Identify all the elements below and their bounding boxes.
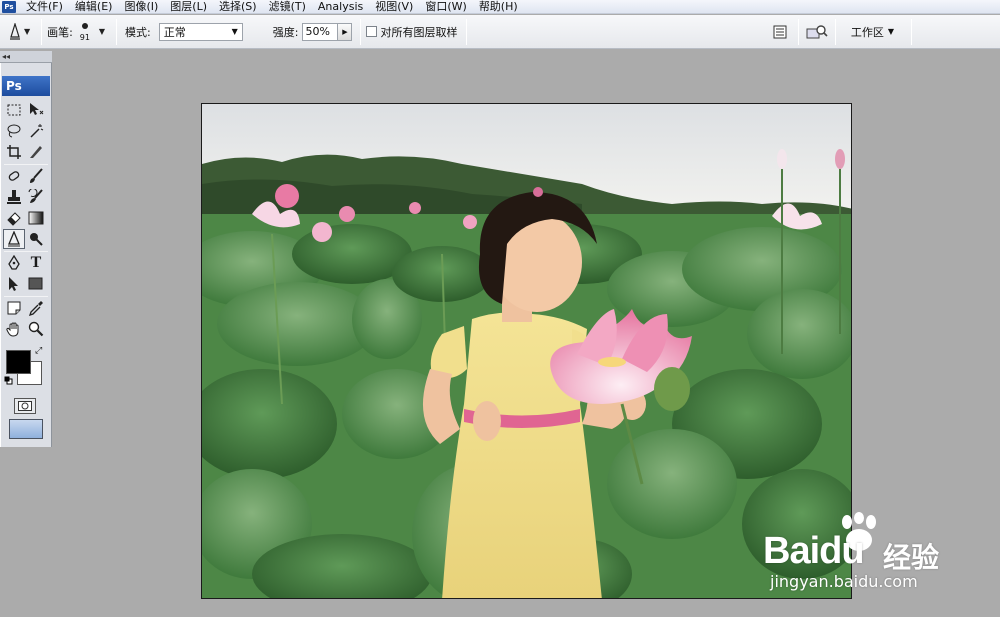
brush-tip-icon <box>81 22 88 29</box>
menu-window[interactable]: 窗口(W) <box>419 0 472 14</box>
history-brush-tool-icon[interactable] <box>25 187 47 207</box>
swap-colors-icon[interactable]: ⤢ <box>35 346 42 356</box>
strength-input[interactable]: 50% <box>302 22 339 41</box>
workspace-menu[interactable]: 工作区 ▼ <box>851 24 894 40</box>
toolbox: Ps T ⤢ <box>0 63 52 447</box>
tool-preset-picker[interactable]: ▼ <box>8 22 36 41</box>
canvas-document[interactable] <box>201 103 852 599</box>
photo-image <box>202 104 851 598</box>
crop-tool-icon[interactable] <box>3 142 25 162</box>
brush-tool-icon[interactable] <box>25 166 47 186</box>
path-selection-tool-icon[interactable] <box>3 274 25 294</box>
smudge-tool-icon <box>10 22 20 40</box>
bridge-button[interactable] <box>804 19 830 45</box>
sample-all-layers-label: 对所有图层取样 <box>380 25 458 39</box>
mode-select[interactable]: 正常 ▼ <box>158 22 243 41</box>
hand-tool-icon[interactable] <box>3 319 25 339</box>
options-bar: ▼ 画笔: 91 ▼ 模式: 正常 ▼ 强度: 50% ▶ 对所有图层取样 工作… <box>0 15 1000 49</box>
watermark-url: jingyan.baidu.com <box>770 572 918 591</box>
workspace-label: 工作区 <box>850 25 884 39</box>
smudge-tool-icon[interactable] <box>3 229 25 249</box>
sample-all-layers-checkbox[interactable] <box>366 26 378 37</box>
separator <box>4 251 48 252</box>
toolbox-grip[interactable]: ◂◂ <box>0 51 52 63</box>
menu-layer[interactable]: 图层(L) <box>164 0 213 14</box>
quick-mask-icon <box>18 401 32 411</box>
zoom-tool-icon[interactable] <box>25 319 47 339</box>
menu-bar: Ps 文件(F) 编辑(E) 图像(I) 图层(L) 选择(S) 滤镜(T) A… <box>0 0 1000 14</box>
menu-filter[interactable]: 滤镜(T) <box>263 0 312 14</box>
watermark-logo: Baidu <box>763 530 865 572</box>
separator <box>911 18 912 45</box>
baidu-watermark: Baidu 经验 jingyan.baidu.com <box>763 512 963 602</box>
strength-label: 强度: <box>272 25 299 39</box>
preset-dropdown-arrow-icon: ▼ <box>24 27 31 36</box>
separator <box>834 18 836 45</box>
separator <box>116 18 118 45</box>
notes-tool-icon[interactable] <box>3 298 25 318</box>
separator <box>41 18 43 45</box>
screen-mode-button[interactable] <box>9 419 43 439</box>
strength-slider-toggle[interactable]: ▶ <box>338 22 353 41</box>
menu-image[interactable]: 图像(I) <box>118 0 164 14</box>
palette-icon <box>773 25 787 38</box>
separator <box>4 164 48 165</box>
menu-help[interactable]: 帮助(H) <box>473 0 524 14</box>
eraser-tool-icon[interactable] <box>3 208 25 228</box>
menu-file[interactable]: 文件(F) <box>20 0 69 14</box>
separator <box>466 18 468 45</box>
clone-stamp-tool-icon[interactable] <box>3 187 25 207</box>
brush-dropdown-arrow-icon[interactable]: ▼ <box>99 27 105 36</box>
chevron-down-icon: ▼ <box>231 27 238 36</box>
marquee-tool-icon[interactable] <box>3 100 25 120</box>
eyedropper-tool-icon[interactable] <box>25 298 47 318</box>
default-colors-icon[interactable] <box>4 375 13 385</box>
watermark-cn: 经验 <box>883 541 940 574</box>
slice-tool-icon[interactable] <box>25 142 47 162</box>
quick-mask-button[interactable] <box>14 398 36 414</box>
foreground-color-swatch[interactable] <box>6 350 31 374</box>
menu-edit[interactable]: 编辑(E) <box>69 0 119 14</box>
type-tool-icon[interactable]: T <box>25 253 47 273</box>
magic-wand-tool-icon[interactable] <box>25 121 47 141</box>
brush-label: 画笔: <box>47 25 73 39</box>
mode-label: 模式: <box>125 25 151 39</box>
lasso-tool-icon[interactable] <box>3 121 25 141</box>
menu-view[interactable]: 视图(V) <box>369 0 419 14</box>
palette-well-button[interactable] <box>767 19 793 45</box>
brush-size: 91 <box>79 32 90 42</box>
dodge-tool-icon[interactable] <box>25 229 47 249</box>
chevron-down-icon: ▼ <box>887 27 894 36</box>
brush-picker[interactable]: 91 <box>77 20 93 44</box>
mode-value: 正常 <box>163 25 186 39</box>
separator <box>360 18 362 45</box>
menu-select[interactable]: 选择(S) <box>213 0 263 14</box>
menu-analysis[interactable]: Analysis <box>312 0 369 14</box>
move-tool-icon[interactable] <box>25 100 47 120</box>
bridge-icon <box>806 24 828 38</box>
separator <box>797 18 799 45</box>
app-icon[interactable]: Ps <box>2 0 16 13</box>
shape-tool-icon[interactable] <box>25 274 47 294</box>
healing-brush-tool-icon[interactable] <box>3 166 25 186</box>
gradient-tool-icon[interactable] <box>25 208 47 228</box>
toolbox-header: Ps <box>2 76 50 96</box>
separator <box>4 296 48 297</box>
pen-tool-icon[interactable] <box>3 253 25 273</box>
